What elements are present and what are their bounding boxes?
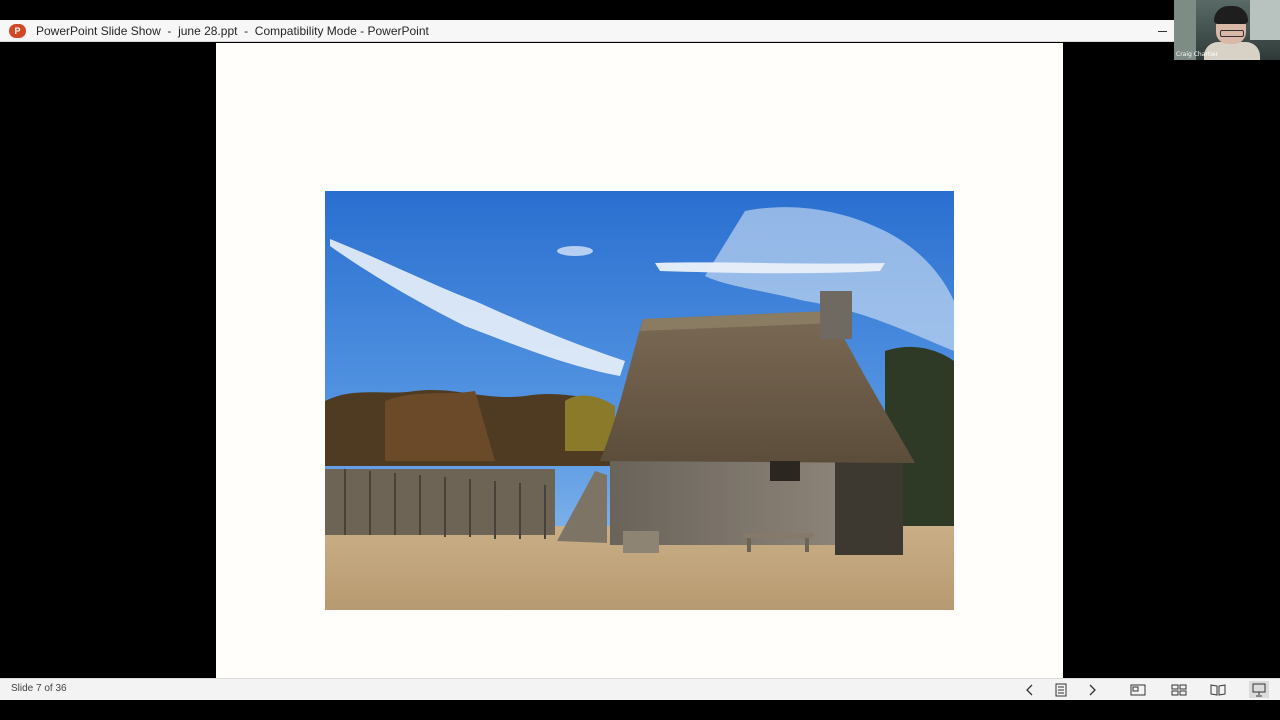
slide-canvas[interactable] — [216, 43, 1063, 678]
slide-sorter-button[interactable] — [1169, 681, 1189, 698]
minimize-icon — [1157, 30, 1167, 32]
window-titlebar: P PowerPoint Slide Show - june 28.ppt - … — [0, 20, 1174, 42]
status-bar: Slide 7 of 36 — [0, 678, 1280, 700]
chevron-left-icon — [1026, 684, 1033, 695]
normal-view-icon — [1130, 684, 1146, 695]
slide-photo — [325, 191, 954, 610]
previous-slide-button[interactable] — [1020, 681, 1040, 698]
slideshow-button[interactable] — [1249, 681, 1269, 698]
chevron-right-icon — [1089, 684, 1096, 695]
reading-view-icon — [1210, 683, 1226, 696]
notes-icon — [1055, 683, 1067, 696]
normal-view-button[interactable] — [1128, 681, 1148, 698]
slide-sorter-icon — [1171, 684, 1187, 695]
participant-video[interactable]: Craig Chartier — [1174, 0, 1280, 60]
notes-button[interactable] — [1051, 681, 1071, 698]
slide-counter: Slide 7 of 36 — [11, 683, 67, 694]
powerpoint-icon: P — [9, 23, 26, 38]
participant-name: Craig Chartier — [1176, 51, 1219, 58]
window-title: PowerPoint Slide Show - june 28.ppt - Co… — [36, 23, 429, 38]
minimize-button[interactable] — [1154, 23, 1170, 39]
slideshow-icon — [1252, 683, 1266, 696]
reading-view-button[interactable] — [1208, 681, 1228, 698]
next-slide-button[interactable] — [1082, 681, 1102, 698]
